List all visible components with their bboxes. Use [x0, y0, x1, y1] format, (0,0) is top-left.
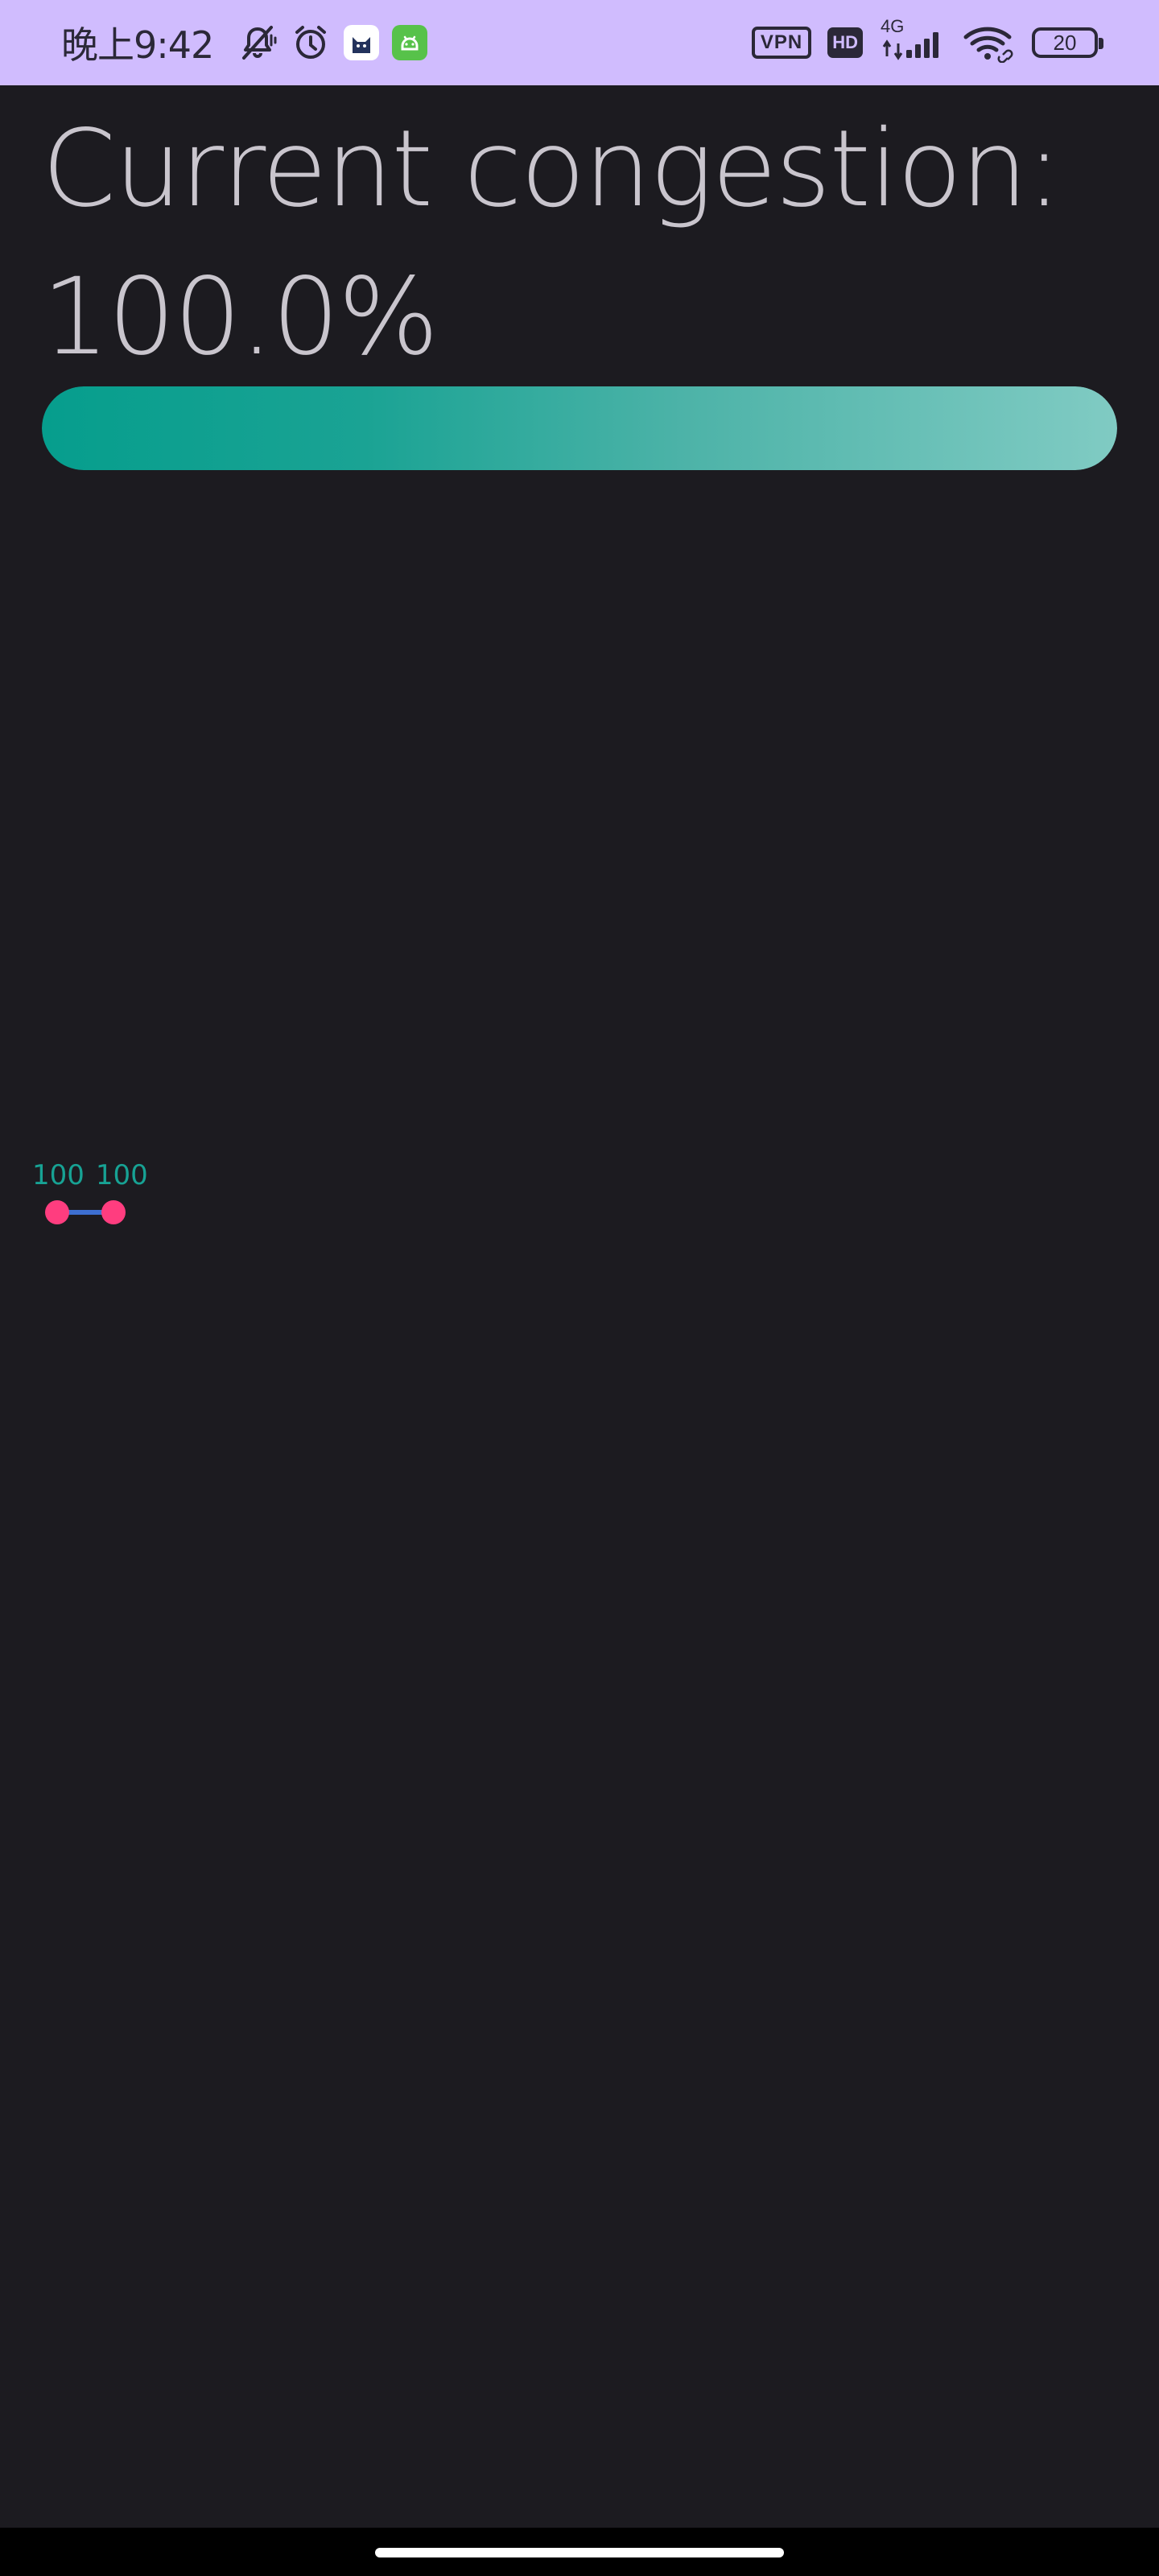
- home-indicator[interactable]: [375, 2548, 784, 2557]
- alarm-icon: [291, 23, 331, 63]
- hd-icon: HD: [827, 27, 863, 58]
- wifi-icon: [963, 23, 1016, 63]
- app-screen: 晚上9:42 VPN HD 4G 20 Current congestion: …: [0, 0, 1159, 2576]
- network-type-label: 4G: [881, 16, 905, 36]
- mute-icon: [237, 23, 278, 63]
- status-bar-left: 晚上9:42: [61, 16, 428, 69]
- range-slider[interactable]: [45, 1199, 126, 1225]
- range-end-thumb[interactable]: [101, 1200, 126, 1224]
- range-start-value: 100: [32, 1159, 85, 1191]
- cat-app-icon: [344, 25, 380, 60]
- battery-icon: 20: [1032, 27, 1103, 58]
- status-bar-right: VPN HD 4G 20: [736, 16, 1103, 63]
- signal-icon: 4G: [879, 16, 947, 63]
- android-app-icon: [392, 25, 428, 60]
- range-start-thumb[interactable]: [45, 1200, 69, 1224]
- vpn-icon: VPN: [751, 27, 812, 59]
- range-values: 100 100: [32, 1159, 148, 1191]
- congestion-label: Current congestion: 100.0%: [42, 107, 1062, 379]
- congestion-progress-fill: [42, 386, 1117, 470]
- congestion-progress-bar: [42, 386, 1117, 470]
- navigation-bar: [0, 2528, 1159, 2576]
- status-bar: 晚上9:42 VPN HD 4G 20: [0, 0, 1159, 85]
- status-time: 晚上9:42: [61, 23, 214, 67]
- range-end-value: 100: [95, 1159, 148, 1191]
- battery-level: 20: [1053, 30, 1077, 55]
